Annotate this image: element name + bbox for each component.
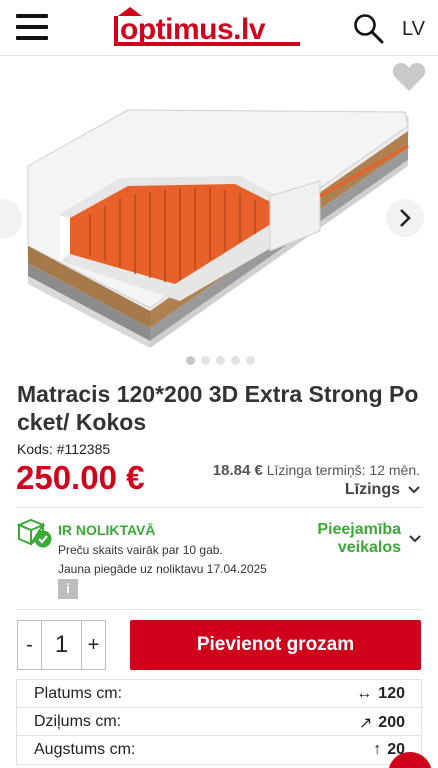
quantity-decrease-button[interactable]: - — [18, 621, 41, 669]
quantity-stepper: - + — [17, 620, 106, 670]
product-price: 250.00 € — [16, 459, 145, 496]
height-arrow-icon: ↑ — [373, 741, 382, 758]
spec-label: Augstums cm: — [34, 741, 136, 758]
product-gallery[interactable] — [0, 56, 438, 374]
product-title: Matracis 120*200 3D Extra Strong Po cket… — [17, 381, 419, 435]
svg-text:optimus.lv: optimus.lv — [120, 13, 266, 46]
gallery-dot[interactable] — [216, 356, 225, 365]
specs-table: Platums cm: ↔ 120 Dziļums cm: ↗ 200 Augs… — [16, 679, 422, 765]
spec-label: Platums cm: — [34, 685, 123, 702]
lizings-label: Līzings — [344, 481, 400, 498]
divider — [16, 507, 422, 508]
favorite-heart-icon[interactable] — [392, 62, 426, 92]
spec-label: Dziļums cm: — [34, 713, 122, 730]
optimus-logo[interactable]: optimus.lv — [112, 6, 302, 50]
search-icon[interactable] — [352, 12, 384, 44]
chevron-down-icon[interactable] — [409, 533, 421, 545]
gallery-pagination — [186, 356, 255, 366]
gallery-next-button[interactable] — [386, 199, 424, 237]
stock-status: IR NOLIKTAVĀ — [58, 522, 156, 538]
menu-icon[interactable] — [16, 14, 48, 40]
product-code: Kods: #112385 — [17, 441, 111, 457]
chevron-right-icon — [400, 209, 411, 227]
spec-row-width: Platums cm: ↔ 120 — [17, 680, 421, 708]
stock-quantity-note: Preču skaits vairāk par 10 gab. — [58, 543, 223, 557]
lizings-dropdown[interactable]: Līzings — [345, 481, 420, 499]
spec-row-height: Augstums cm: ↑ 20 — [17, 736, 421, 764]
divider — [16, 609, 422, 610]
lease-term: Līzinga termiņš: 12 mēn. — [266, 462, 420, 478]
gallery-dot[interactable] — [231, 356, 240, 365]
gallery-dot[interactable] — [246, 356, 255, 365]
store-availability-link[interactable]: Pieejamība veikalos — [317, 521, 401, 557]
quantity-increase-button[interactable]: + — [82, 621, 105, 669]
gallery-dot[interactable] — [186, 356, 195, 365]
add-to-cart-button[interactable]: Pievienot grozam — [130, 620, 421, 670]
box-check-icon — [17, 519, 52, 548]
lease-info: 18.84 € Līzinga termiņš: 12 mēn. — [213, 462, 420, 479]
spec-number: 200 — [378, 714, 405, 731]
width-arrow-icon: ↔ — [356, 685, 373, 702]
spec-value: ↔ 120 — [356, 685, 405, 703]
mattress-image — [27, 109, 409, 348]
quantity-input[interactable] — [41, 621, 82, 669]
spec-number: 120 — [378, 685, 405, 702]
spec-row-depth: Dziļums cm: ↗ 200 — [17, 708, 421, 736]
gallery-dot[interactable] — [201, 356, 210, 365]
availability-line1: Pieejamība — [317, 521, 401, 538]
top-header: optimus.lv LV — [0, 0, 438, 56]
lease-amount: 18.84 € — [212, 462, 263, 479]
language-switch[interactable]: LV — [402, 18, 425, 41]
spec-value: ↗ 200 — [359, 713, 405, 733]
availability-line2: veikalos — [337, 539, 401, 556]
info-icon[interactable]: i — [58, 579, 78, 599]
chevron-down-icon — [408, 486, 420, 494]
delivery-date: Jauna piegāde uz noliktavu 17.04.2025 — [58, 562, 267, 576]
depth-arrow-icon: ↗ — [358, 715, 373, 732]
